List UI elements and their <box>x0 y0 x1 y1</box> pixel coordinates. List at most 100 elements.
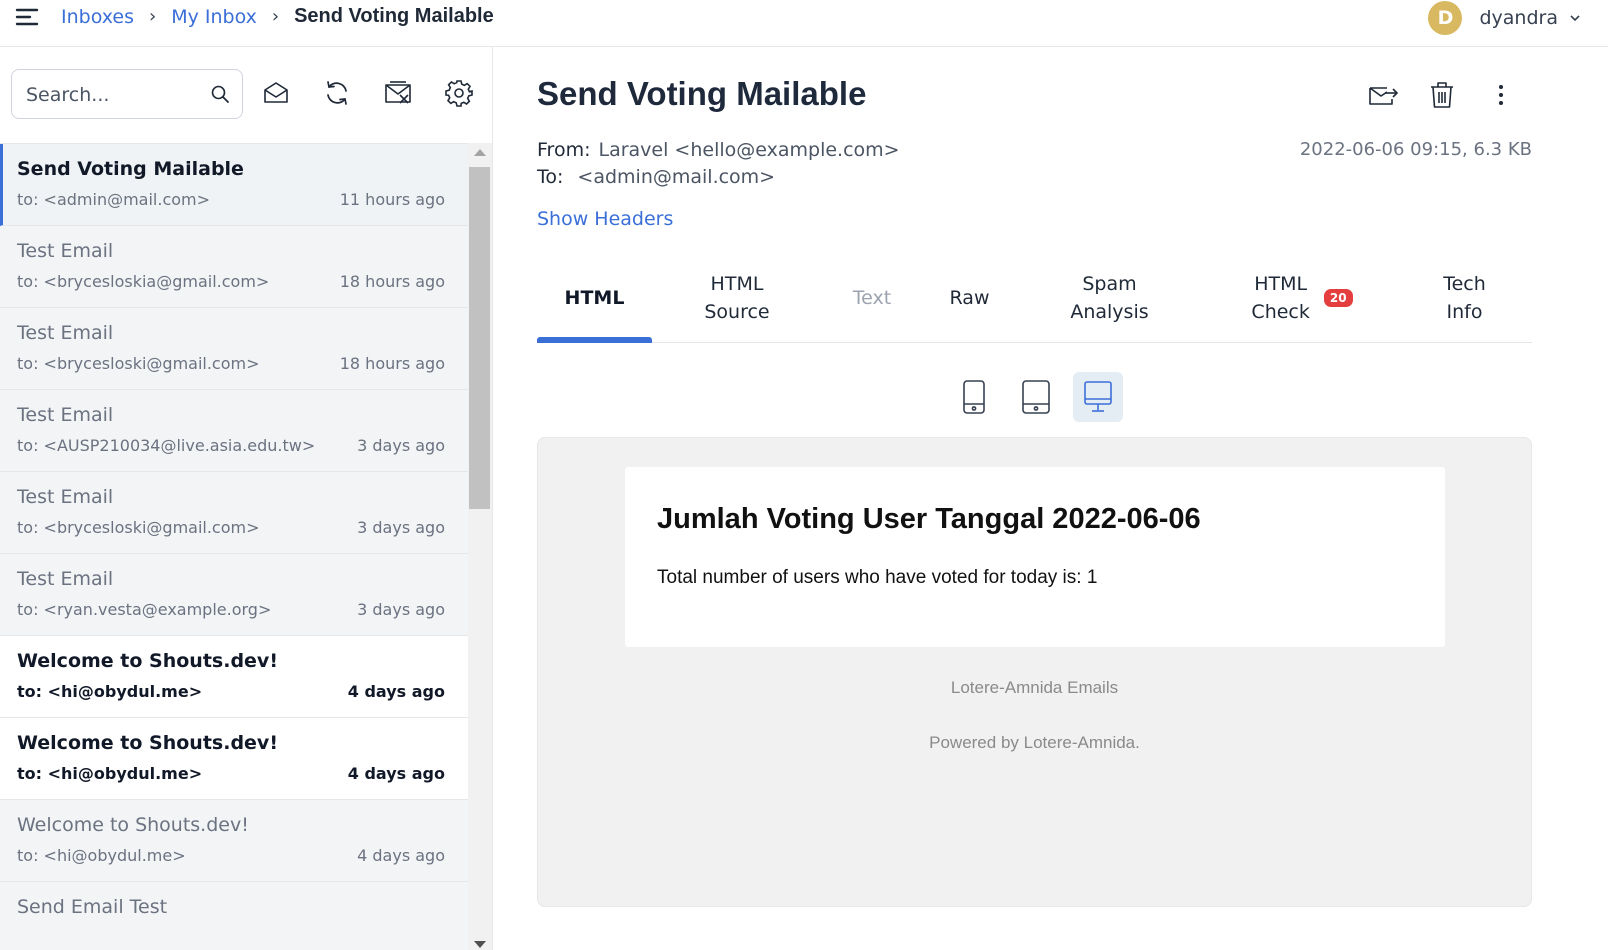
list-item[interactable]: Welcome to Shouts.dev! to: <hi@obydul.me>… <box>0 718 468 800</box>
trash-icon[interactable] <box>1426 79 1458 111</box>
message-time: 4 days ago <box>347 764 445 783</box>
tab-raw[interactable]: Raw <box>927 253 1012 343</box>
show-headers-link[interactable]: Show Headers <box>537 208 673 230</box>
message-subject: Test Email <box>17 486 114 508</box>
chevron-down-icon <box>1570 15 1580 22</box>
tab-label: Raw <box>949 287 990 309</box>
tab-label: Tech Info <box>1443 273 1486 323</box>
message-time: 3 days ago <box>357 600 445 619</box>
list-item[interactable]: Welcome to Shouts.dev! to: <hi@obydul.me>… <box>0 636 468 718</box>
list-item[interactable]: Welcome to Shouts.dev! to: <hi@obydul.me>… <box>0 800 468 882</box>
tablet-icon <box>1022 380 1050 414</box>
message-recipient: to: <brycesloski@gmail.com> <box>17 354 260 373</box>
tab-text[interactable]: Text <box>827 253 917 343</box>
tab-label: HTML Source <box>704 273 770 323</box>
from-label: From: <box>537 139 591 161</box>
sidebar: Send Voting Mailable to: <admin@mail.com>… <box>0 47 493 950</box>
scrollbar-thumb[interactable] <box>469 167 490 509</box>
email-body-text: Total number of users who have voted for… <box>657 567 1098 588</box>
tab-label: HTML Check <box>1251 273 1310 323</box>
to-label: To: <box>537 166 564 188</box>
message-recipient: to: <admin@mail.com> <box>17 190 211 209</box>
phone-icon <box>963 380 985 414</box>
top-bar: Inboxes › My Inbox › Send Voting Mailabl… <box>0 0 1608 47</box>
message-recipient: to: <ryan.vesta@example.org> <box>17 600 272 619</box>
tab-html-source[interactable]: HTML Source <box>677 253 797 343</box>
avatar: D <box>1428 1 1463 35</box>
tab-label: Spam Analysis <box>1070 273 1149 323</box>
forward-icon[interactable] <box>1367 79 1399 111</box>
tablet-view-button[interactable] <box>1011 372 1061 422</box>
list-item[interactable]: Test Email to: <brycesloski@gmail.com> 18 … <box>0 308 468 390</box>
message-subject: Test Email <box>17 568 114 590</box>
email-preview: Jumlah Voting User Tanggal 2022-06-06 To… <box>537 437 1532 907</box>
message-time: 4 days ago <box>347 682 445 701</box>
to-value: <admin@mail.com> <box>577 166 776 188</box>
message-time: 18 hours ago <box>339 354 445 373</box>
email-footer-powered: Powered by Lotere-Amnida. <box>929 733 1140 752</box>
desktop-view-button[interactable] <box>1073 372 1123 422</box>
user-menu[interactable]: D dyandra <box>1428 1 1582 35</box>
clear-inbox-icon[interactable] <box>383 78 413 108</box>
breadcrumb-inboxes[interactable]: Inboxes <box>61 6 134 28</box>
message-recipient: to: <brycesloski@gmail.com> <box>17 518 260 537</box>
list-item[interactable]: Test Email to: <ryan.vesta@example.org> 3 … <box>0 554 468 636</box>
message-time: 4 days ago <box>357 846 445 865</box>
more-vertical-icon[interactable] <box>1485 79 1517 111</box>
to-row: To: <admin@mail.com> <box>537 166 775 188</box>
phone-view-button[interactable] <box>949 372 999 422</box>
email-heading: Jumlah Voting User Tanggal 2022-06-06 <box>657 503 1201 535</box>
scroll-down-arrow[interactable] <box>474 941 486 948</box>
message-time: 18 hours ago <box>339 272 445 291</box>
device-switcher <box>949 372 1135 422</box>
message-time: 11 hours ago <box>339 190 445 209</box>
scroll-up-arrow[interactable] <box>474 149 486 156</box>
message-subject: Test Email <box>17 322 114 344</box>
message-list: Send Voting Mailable to: <admin@mail.com>… <box>0 143 468 950</box>
from-value: Laravel <hello@example.com> <box>598 139 900 161</box>
message-recipient: to: <hi@obydul.me> <box>17 764 203 783</box>
email-content-card: Jumlah Voting User Tanggal 2022-06-06 To… <box>625 467 1445 647</box>
tab-label: Text <box>852 287 892 309</box>
message-time: 3 days ago <box>357 518 445 537</box>
gear-icon[interactable] <box>444 78 474 108</box>
message-recipient: to: <brycesloskia@gmail.com> <box>17 272 270 291</box>
menu-icon[interactable] <box>14 4 40 30</box>
list-item[interactable]: Test Email to: <brycesloskia@gmail.com> 18… <box>0 226 468 308</box>
list-item[interactable]: Test Email to: <brycesloski@gmail.com> 3 d… <box>0 472 468 554</box>
breadcrumb-my-inbox[interactable]: My Inbox <box>171 6 257 28</box>
message-title: Send Voting Mailable <box>537 75 867 112</box>
message-subject: Test Email <box>17 240 114 262</box>
message-subject: Send Voting Mailable <box>17 158 244 180</box>
view-tabs: HTML HTML Source Text Raw Spam Analysis HT… <box>537 253 1532 343</box>
list-item[interactable]: Send Voting Mailable to: <admin@mail.com>… <box>0 144 468 226</box>
from-row: From: Laravel <hello@example.com> <box>537 139 900 161</box>
breadcrumb-current: Send Voting Mailable <box>294 5 494 27</box>
mark-read-icon[interactable] <box>261 78 291 108</box>
tab-html-check[interactable]: HTML Check 20 <box>1227 253 1377 343</box>
list-item[interactable]: Test Email to: <AUSP210034@live.asia.edu.… <box>0 390 468 472</box>
message-recipient: to: <AUSP210034@live.asia.edu.tw> <box>17 436 316 455</box>
active-tab-indicator <box>537 337 652 343</box>
refresh-icon[interactable] <box>322 78 352 108</box>
scrollbar[interactable] <box>468 143 492 950</box>
tab-spam-analysis[interactable]: Spam Analysis <box>1047 253 1172 343</box>
tab-html[interactable]: HTML <box>537 253 652 343</box>
message-subject: Welcome to Shouts.dev! <box>17 650 278 672</box>
message-recipient: to: <hi@obydul.me> <box>17 846 186 865</box>
message-subject: Welcome to Shouts.dev! <box>17 732 278 754</box>
message-recipient: to: <hi@obydul.me> <box>17 682 203 701</box>
tab-tech-info[interactable]: Tech Info <box>1417 253 1512 343</box>
message-date-size: 2022-06-06 09:15, 6.3 KB <box>1299 139 1532 160</box>
breadcrumb-separator: › <box>271 6 280 27</box>
tab-label: HTML <box>564 287 625 309</box>
message-subject: Test Email <box>17 404 114 426</box>
email-footer-name: Lotere-Amnida Emails <box>950 678 1119 697</box>
html-check-badge: 20 <box>1323 289 1353 307</box>
message-subject: Welcome to Shouts.dev! <box>17 814 249 836</box>
search-icon[interactable] <box>210 84 230 104</box>
user-name: dyandra <box>1479 7 1558 29</box>
list-item[interactable]: Send Email Test <box>0 882 468 950</box>
search-input[interactable] <box>26 82 201 108</box>
desktop-icon <box>1084 381 1112 412</box>
